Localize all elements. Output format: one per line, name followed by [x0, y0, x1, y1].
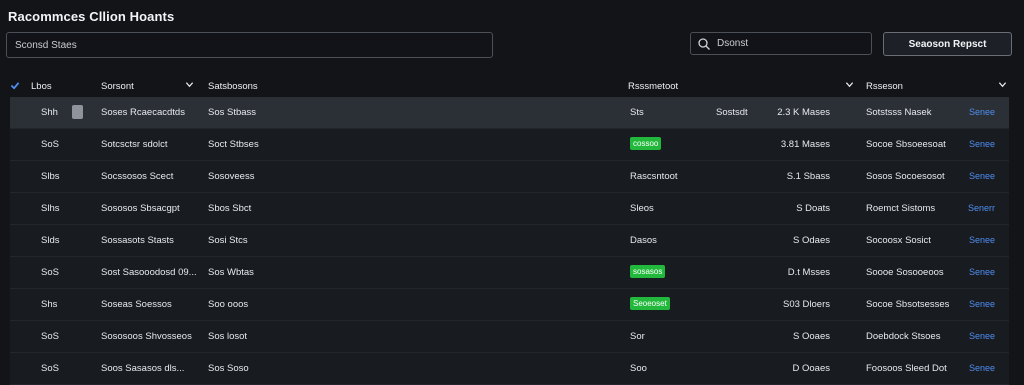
- cell-owner: Socoe Sbsotsesses: [866, 299, 950, 310]
- table-row[interactable]: SoS Sotcsctsr sdolct Soct Stbses cossoo 3.81…: [10, 129, 1009, 161]
- cell-status: Rascsntoot: [630, 171, 678, 182]
- column-header-4[interactable]: Rsssmetoot: [628, 81, 678, 92]
- cell-amount: S Doats: [796, 203, 830, 214]
- chevron-down-icon[interactable]: [845, 80, 854, 89]
- cell-amount: D Ooaes: [792, 363, 831, 374]
- column-header-5[interactable]: Rsseson: [866, 81, 903, 92]
- row-action-link[interactable]: Senerr: [968, 203, 995, 213]
- chevron-down-icon[interactable]: [998, 80, 1007, 89]
- cell-id: SoS: [41, 363, 59, 374]
- status-badge: cossoo: [630, 137, 662, 150]
- cell-id: SoS: [41, 331, 59, 342]
- row-action-link[interactable]: Senee: [969, 299, 995, 309]
- table-row[interactable]: SoS Sost Sasooodosd 09... Sos Wbtas sosasos…: [10, 257, 1009, 289]
- cell-status: Sleos: [630, 203, 654, 214]
- cell-type: Sosoveess: [208, 171, 255, 182]
- check-icon[interactable]: [10, 81, 20, 90]
- cell-status: Sts: [630, 107, 644, 118]
- row-checkbox[interactable]: [72, 105, 83, 119]
- search-icon: [698, 38, 710, 50]
- column-header-2[interactable]: Sorsont: [101, 81, 134, 92]
- search-input[interactable]: [717, 33, 867, 54]
- row-action-link[interactable]: Senee: [969, 267, 995, 277]
- cell-name: Soseas Soessos: [101, 299, 172, 310]
- cell-name: Sotcsctsr sdolct: [101, 139, 168, 150]
- table-row[interactable]: Slhs Sososos Sbsacgpt Sbos Sbct Sleos S Doat…: [10, 193, 1009, 225]
- cell-owner: Socoe Sbsoeesoat: [866, 139, 946, 150]
- cell-type: Soo ooos: [208, 299, 249, 310]
- page-title: Racommces Cllion Hoants: [8, 9, 175, 24]
- row-action-link[interactable]: Senee: [969, 171, 995, 181]
- cell-name: Sososoos Shvosseos: [101, 331, 192, 342]
- search-box[interactable]: [690, 32, 872, 55]
- cell-id: Shh: [41, 107, 58, 118]
- cell-owner: Sosos Socoesosot: [866, 171, 945, 182]
- chevron-down-icon[interactable]: [185, 80, 194, 89]
- cell-status: Dasos: [630, 235, 657, 246]
- table-row[interactable]: Slbs Socssosos Scect Sosoveess Rascsntoot S.…: [10, 161, 1009, 193]
- cell-extra: Sostsdt: [716, 107, 748, 118]
- cell-name: Socssosos Scect: [101, 171, 174, 182]
- cell-name: Sososos Sbsacgpt: [101, 203, 180, 214]
- cell-owner: Soooe Sosooeoos: [866, 267, 944, 278]
- cell-type: Sos losot: [208, 331, 248, 342]
- cell-amount: S Odaes: [793, 235, 830, 246]
- cell-type: Sos Soso: [208, 363, 249, 374]
- cell-amount: S03 Dloers: [783, 299, 830, 310]
- column-header-3[interactable]: Satsbosons: [208, 81, 258, 92]
- cell-owner: Sotstsss Nasek: [866, 107, 932, 118]
- cell-type: Sos Wbtas: [208, 267, 254, 278]
- cell-status: Soo: [630, 363, 647, 374]
- cell-name: Sost Sasooodosd 09...: [101, 267, 197, 278]
- cell-owner: Doebdock Stsoes: [866, 331, 941, 342]
- cell-amount: S.1 Sbass: [786, 171, 830, 182]
- cell-type: Sosi Stcs: [208, 235, 248, 246]
- column-header-1[interactable]: Lbos: [31, 81, 52, 92]
- cell-amount: 2.3 K Mases: [777, 107, 830, 118]
- cell-owner: Roemct Sistoms: [866, 203, 936, 214]
- row-action-link[interactable]: Senee: [969, 363, 995, 373]
- table-row[interactable]: Shh Soses Rcaecacdtds Sos Stbass Sts Sostsdt…: [10, 97, 1009, 129]
- cell-amount: S Ooaes: [793, 331, 830, 342]
- cell-type: Sos Stbass: [208, 107, 257, 118]
- cell-type: Soct Stbses: [208, 139, 259, 150]
- table-row[interactable]: Shs Soseas Soessos Soo ooos Seoeoset S03 Dlo…: [10, 289, 1009, 321]
- table-header: Lbos Sorsont Satsbosons Rsssmetoot Rsses…: [0, 74, 1024, 96]
- cell-status: Sor: [630, 331, 645, 342]
- cell-id: SoS: [41, 267, 59, 278]
- row-action-link[interactable]: Senee: [969, 235, 995, 245]
- row-action-link[interactable]: Senee: [969, 107, 995, 117]
- cell-amount: D.t Msses: [787, 267, 830, 278]
- cell-id: Shs: [41, 299, 58, 310]
- table-row[interactable]: SoS Soos Sasasos dls... Sos Soso Soo D Ooaes…: [10, 353, 1009, 385]
- row-action-link[interactable]: Senee: [969, 139, 995, 149]
- primary-action-button[interactable]: Seaoson Repsct: [883, 32, 1012, 56]
- cell-id: Slhs: [41, 203, 60, 214]
- table-row[interactable]: Slds Sossasots Stasts Sosi Stcs Dasos S Odae…: [10, 225, 1009, 257]
- cell-name: Soses Rcaecacdtds: [101, 107, 185, 118]
- cell-id: SoS: [41, 139, 59, 150]
- cell-amount: 3.81 Mases: [780, 139, 830, 150]
- cell-name: Soos Sasasos dls...: [101, 363, 185, 374]
- cell-id: Slds: [41, 235, 60, 246]
- cell-owner: Foosoos Sleed Dot: [866, 363, 947, 374]
- cell-name: Sossasots Stasts: [101, 235, 174, 246]
- table-body: Shh Soses Rcaecacdtds Sos Stbass Sts Sostsdt…: [10, 97, 1009, 385]
- filter-input[interactable]: [6, 32, 493, 58]
- status-badge: Seoeoset: [630, 297, 670, 310]
- status-badge: sosasos: [630, 265, 666, 278]
- table-row[interactable]: SoS Sososoos Shvosseos Sos losot Sor S Ooaes…: [10, 321, 1009, 353]
- cell-owner: Socoosx Sosict: [866, 235, 931, 246]
- cell-type: Sbos Sbct: [208, 203, 252, 214]
- cell-id: Slbs: [41, 171, 60, 182]
- row-action-link[interactable]: Senee: [969, 331, 995, 341]
